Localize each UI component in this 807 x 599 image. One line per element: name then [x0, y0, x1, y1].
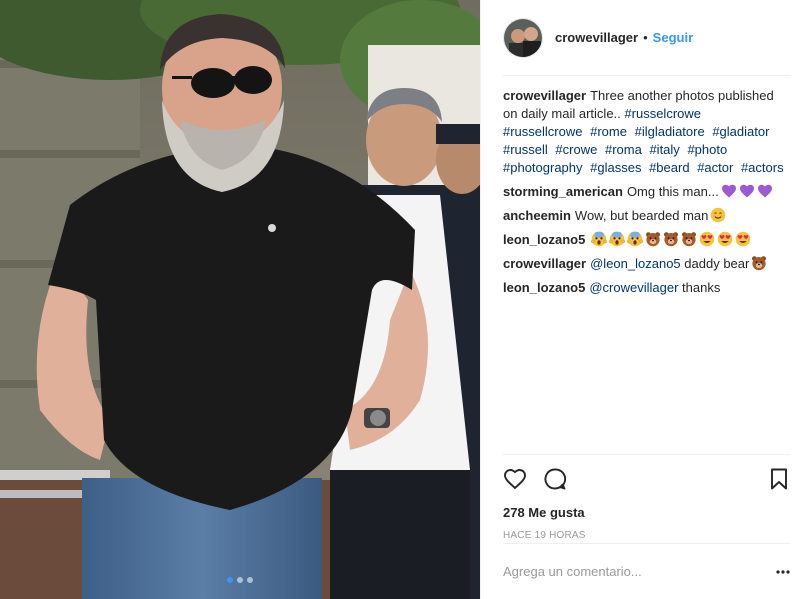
smiling-face-emoji-icon [711, 207, 726, 223]
post-photo[interactable] [0, 0, 480, 599]
comment-username[interactable]: crowevillager [503, 256, 586, 271]
comment-emojis [721, 183, 773, 199]
carousel-indicator [0, 577, 480, 583]
bear-face-emoji-icon [646, 232, 661, 247]
hashtag-link[interactable]: #russell [503, 142, 548, 157]
heart-eyes-face-emoji-icon [736, 231, 751, 247]
hashtag-link[interactable]: #russellcrowe [503, 124, 582, 139]
bear-face-emoji-icon [682, 232, 697, 247]
comment-emojis [710, 207, 726, 223]
carousel-dot [237, 577, 243, 583]
caption-username[interactable]: crowevillager [503, 88, 586, 103]
purple-heart-emoji-icon [739, 184, 754, 198]
comment-item: leon_lozano5 @crowevillager thanks [503, 279, 791, 297]
bookmark-icon[interactable] [767, 467, 791, 491]
follow-button[interactable]: Seguir [653, 30, 693, 45]
instagram-post: crowevillager • Seguir crowevillager Thre… [0, 0, 807, 599]
separator-dot: • [643, 30, 648, 45]
comment-text: Wow, but bearded man [574, 208, 709, 223]
hashtag-link[interactable]: #actors [741, 160, 784, 175]
comment-item: ancheemin Wow, but bearded man [503, 207, 791, 225]
caption: crowevillager Three another photos publis… [503, 87, 791, 177]
hashtag-link[interactable]: #gladiator [712, 124, 769, 139]
hashtag-link[interactable]: #beard [649, 160, 689, 175]
post-author-username[interactable]: crowevillager [555, 30, 638, 45]
more-options-icon[interactable] [775, 564, 791, 580]
avatar-image [504, 18, 542, 57]
hashtag-link[interactable]: #glasses [590, 160, 641, 175]
screaming-face-emoji-icon [609, 231, 626, 247]
heart-eyes-face-emoji-icon [718, 231, 733, 247]
comment-input[interactable] [503, 564, 775, 579]
heart-eyes-face-emoji-icon [700, 231, 715, 247]
comment-username[interactable]: leon_lozano5 [503, 280, 585, 295]
comment-item: storming_american Omg this man... [503, 183, 791, 201]
comment-mention[interactable]: @crowevillager [589, 280, 678, 295]
bear-face-emoji-icon [752, 256, 767, 271]
screaming-face-emoji-icon [627, 231, 644, 247]
post-timestamp: HACE 19 HORAS [503, 530, 586, 541]
post-sidebar: crowevillager • Seguir crowevillager Thre… [480, 0, 807, 599]
comment-username[interactable]: storming_american [503, 184, 623, 199]
hashtag-link[interactable]: #photo [687, 142, 727, 157]
comment-text: Omg this man... [626, 184, 719, 199]
comment-item: crowevillager @leon_lozano5 daddy bear [503, 255, 791, 273]
hashtag-link[interactable]: #roma [605, 142, 642, 157]
comment-item: leon_lozano5 [503, 231, 791, 249]
hashtag-link[interactable]: #italy [649, 142, 679, 157]
purple-heart-emoji-icon [757, 184, 772, 198]
post-header: crowevillager • Seguir [503, 0, 791, 76]
hashtag-link[interactable]: #photography [503, 160, 583, 175]
post-actions: 278 Me gusta HACE 19 HORAS [503, 454, 791, 541]
bear-face-emoji-icon [664, 232, 679, 247]
carousel-dot-active [227, 577, 233, 583]
hashtag-link[interactable]: #russelcrowe [624, 106, 701, 121]
screaming-face-emoji-icon [591, 231, 608, 247]
comment-icon[interactable] [543, 467, 567, 491]
hashtag-link[interactable]: #actor [697, 160, 733, 175]
comment-mention[interactable]: @leon_lozano5 [590, 256, 681, 271]
comments-list: crowevillager Three another photos publis… [481, 76, 807, 454]
comment-emojis [751, 255, 767, 271]
hashtag-link[interactable]: #ilgladiatore [635, 124, 705, 139]
photo-illustration [0, 0, 480, 599]
comment-emojis [591, 231, 751, 247]
heart-icon[interactable] [503, 467, 527, 491]
hashtag-link[interactable]: #crowe [555, 142, 597, 157]
carousel-dot [247, 577, 253, 583]
hashtag-link[interactable]: #rome [590, 124, 627, 139]
comment-text: thanks [682, 280, 721, 295]
add-comment-bar [503, 543, 791, 599]
avatar[interactable] [503, 17, 543, 58]
comment-username[interactable]: ancheemin [503, 208, 571, 223]
action-icons [503, 467, 791, 491]
likes-count[interactable]: 278 Me gusta [503, 505, 791, 520]
comment-username[interactable]: leon_lozano5 [503, 232, 585, 247]
comment-text: daddy bear [684, 256, 750, 271]
purple-heart-emoji-icon [721, 184, 736, 198]
